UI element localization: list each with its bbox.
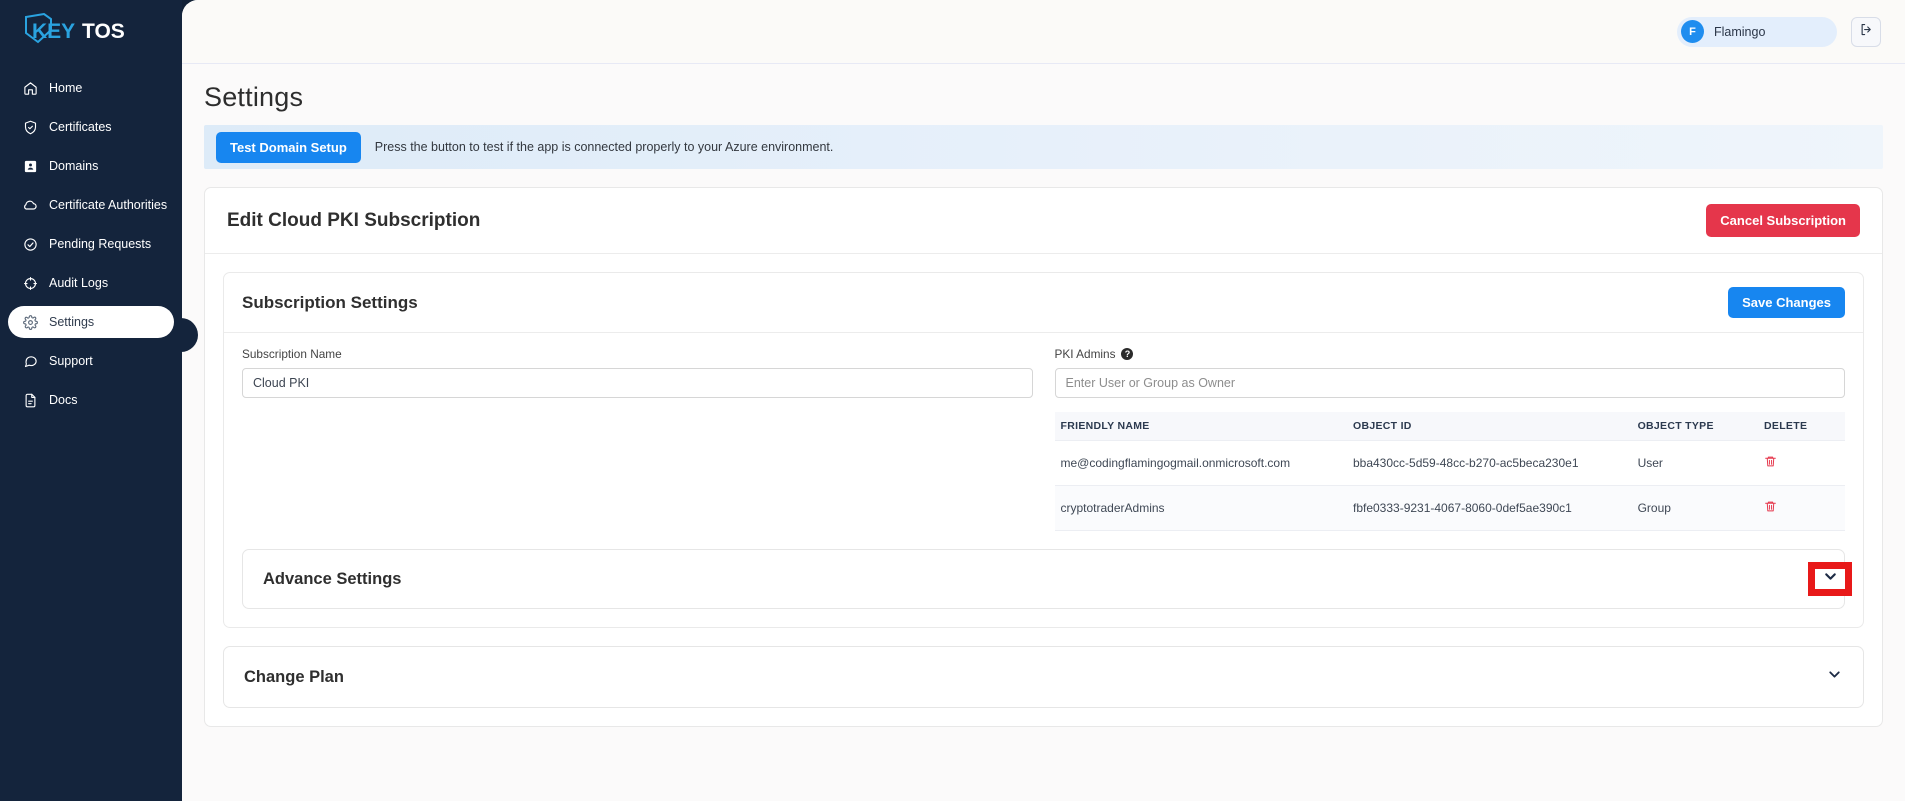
save-changes-button[interactable]: Save Changes [1728,287,1845,318]
home-icon [20,78,40,98]
cell-object-type: User [1631,440,1759,486]
subscription-settings-title: Subscription Settings [242,292,418,312]
app-root: KEY TOS Home Certificates Domains Certif… [0,0,1905,801]
user-menu[interactable]: F Flamingo [1677,16,1837,47]
keytos-logo-icon: KEY TOS [20,13,142,49]
change-plan-accordion[interactable]: Change Plan [223,646,1864,708]
chat-bubble-icon [20,351,40,371]
sidebar-nav: Home Certificates Domains Certificate Au… [0,72,182,416]
pki-admins-table-body: me@codingflamingogmail.onmicrosoft.com b… [1054,440,1845,531]
cell-object-id: bba430cc-5d59-48cc-b270-ac5beca230e1 [1346,440,1632,486]
sidebar-item-label: Certificates [49,120,112,134]
table-header-row: FRIENDLY NAME OBJECT ID OBJECT TYPE DELE… [1054,412,1845,441]
trash-icon[interactable] [1764,455,1777,471]
chevron-down-icon[interactable] [1822,568,1839,590]
sidebar-item-home[interactable]: Home [8,72,174,104]
sidebar-item-audit-logs[interactable]: Audit Logs [8,267,174,299]
subscription-form: Subscription Name PKI Admins ? [224,333,1863,531]
sidebar-item-certificate-authorities[interactable]: Certificate Authorities [8,189,174,221]
avatar: F [1681,20,1704,43]
advance-settings-accordion[interactable]: Advance Settings [242,549,1852,609]
page-title: Settings [204,82,304,112]
svg-text:TOS: TOS [82,20,125,43]
change-plan-title: Change Plan [244,667,344,686]
help-icon[interactable]: ? [1121,348,1134,360]
brand-logo[interactable]: KEY TOS [0,0,182,62]
topbar: F Flamingo [182,0,1905,64]
edit-subscription-header: Edit Cloud PKI Subscription Cancel Subsc… [205,188,1882,254]
sidebar-item-label: Pending Requests [49,237,152,251]
sidebar-item-label: Certificate Authorities [49,198,168,212]
table-row: cryptotraderAdmins fbfe0333-9231-4067-80… [1054,485,1845,531]
document-icon [20,390,40,410]
shield-check-icon [20,117,40,137]
id-card-icon [20,156,40,176]
edit-subscription-title: Edit Cloud PKI Subscription [227,209,481,231]
subscription-settings-header: Subscription Settings Save Changes [224,273,1863,333]
advance-settings-title: Advance Settings [263,569,402,588]
page-content: Settings Test Domain Setup Press the but… [182,64,1905,727]
pki-admins-input[interactable] [1054,368,1845,398]
notice-text: Press the button to test if the app is c… [374,140,834,154]
cloud-icon [20,195,40,215]
cell-object-type: Group [1631,485,1759,531]
column-object-id: OBJECT ID [1346,412,1632,441]
sidebar-item-pending-requests[interactable]: Pending Requests [8,228,174,260]
gear-icon [20,312,40,332]
subscription-name-input[interactable] [242,368,1033,398]
subscription-name-label: Subscription Name [242,347,342,361]
pki-admins-label: PKI Admins [1054,347,1116,361]
svg-text:KEY: KEY [32,20,75,43]
subscription-name-col: Subscription Name [242,347,1033,531]
column-delete: DELETE [1758,412,1845,441]
column-object-type: OBJECT TYPE [1631,412,1759,441]
trash-icon[interactable] [1764,500,1777,516]
sidebar-item-settings[interactable]: Settings [8,306,174,338]
chevron-down-icon[interactable] [1826,666,1843,688]
sidebar-item-certificates[interactable]: Certificates [8,111,174,143]
logout-icon [1859,22,1874,42]
logout-button[interactable] [1851,16,1881,47]
pki-admins-table: FRIENDLY NAME OBJECT ID OBJECT TYPE DELE… [1054,412,1845,531]
column-friendly-name: FRIENDLY NAME [1054,412,1347,441]
check-circle-icon [20,234,40,254]
sidebar-item-label: Support [49,354,93,368]
table-row: me@codingflamingogmail.onmicrosoft.com b… [1054,440,1845,486]
sidebar-item-support[interactable]: Support [8,345,174,377]
test-domain-notice: Test Domain Setup Press the button to te… [204,125,1883,169]
cell-object-id: fbfe0333-9231-4067-8060-0def5ae390c1 [1346,485,1632,531]
pki-admins-label-wrap: PKI Admins ? [1055,347,1846,361]
main-content: F Flamingo Settings Test Domain Setup Pr… [182,0,1905,801]
cell-delete [1758,440,1845,486]
test-domain-setup-button[interactable]: Test Domain Setup [216,131,361,163]
edit-subscription-card: Edit Cloud PKI Subscription Cancel Subsc… [204,187,1883,727]
sidebar-item-label: Docs [49,393,78,407]
cell-friendly-name: cryptotraderAdmins [1054,485,1347,531]
cell-friendly-name: me@codingflamingogmail.onmicrosoft.com [1054,440,1347,486]
sidebar-item-label: Audit Logs [49,276,109,290]
cancel-subscription-button[interactable]: Cancel Subscription [1706,204,1860,237]
advance-settings-highlight [1808,562,1852,596]
crosshair-icon [20,273,40,293]
sidebar: KEY TOS Home Certificates Domains Certif… [0,0,182,801]
sidebar-item-docs[interactable]: Docs [8,384,174,416]
sidebar-item-label: Home [49,81,83,95]
pki-admins-col: PKI Admins ? FRIENDLY NAME OBJECT ID OBJ… [1054,347,1846,531]
cell-delete [1758,485,1845,531]
sidebar-item-label: Settings [49,315,95,329]
subscription-settings-section: Subscription Settings Save Changes Subsc… [223,272,1864,628]
sidebar-item-domains[interactable]: Domains [8,150,174,182]
user-name: Flamingo [1714,24,1766,39]
sidebar-item-label: Domains [49,159,99,173]
pki-admins-table-head: FRIENDLY NAME OBJECT ID OBJECT TYPE DELE… [1054,412,1845,441]
